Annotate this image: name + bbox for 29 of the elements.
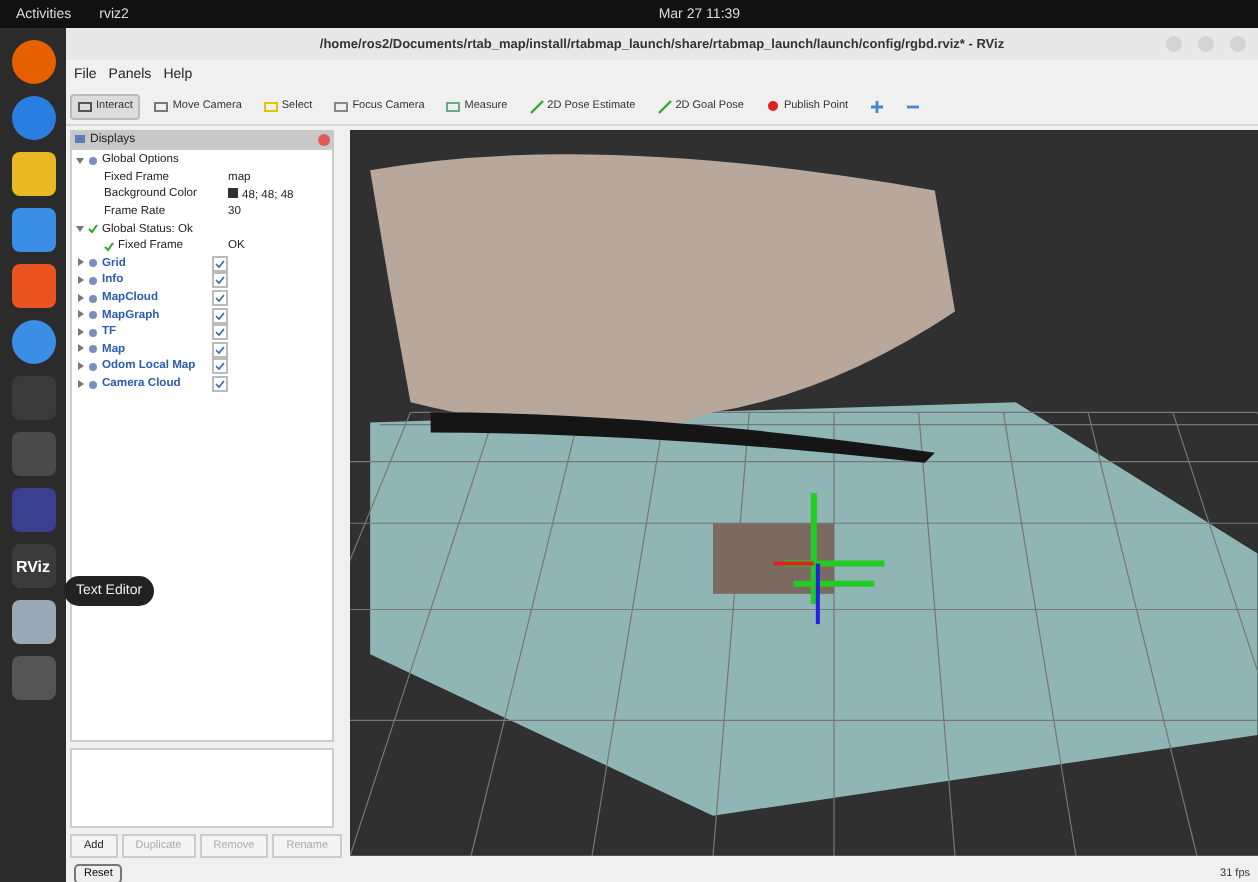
app-icon[interactable]	[11, 600, 55, 644]
checkbox[interactable]	[212, 341, 228, 358]
select-icon	[263, 99, 278, 113]
expand-arrow-icon[interactable]	[76, 258, 84, 269]
app-icon[interactable]	[11, 152, 55, 196]
checkbox[interactable]	[212, 272, 228, 289]
app-icon[interactable]	[11, 264, 55, 308]
expand-arrow-icon[interactable]	[76, 155, 84, 166]
checkbox[interactable]	[212, 358, 228, 375]
expand-arrow-icon[interactable]	[76, 224, 84, 235]
app-launcher[interactable]: RViz	[11, 544, 55, 588]
plus-icon	[870, 99, 885, 113]
expand-arrow-icon[interactable]	[76, 293, 84, 304]
checkbox[interactable]	[212, 255, 228, 272]
expand-arrow-icon[interactable]	[76, 379, 84, 390]
app-icon[interactable]	[11, 40, 55, 84]
display-icon	[88, 155, 98, 166]
expand-arrow-icon[interactable]	[76, 344, 84, 355]
checkbox[interactable]	[212, 307, 228, 324]
checkbox[interactable]	[212, 290, 228, 307]
expand-arrow-icon[interactable]	[76, 327, 84, 338]
app-icon[interactable]	[11, 320, 55, 364]
app-icon[interactable]	[11, 96, 55, 140]
app-icon[interactable]	[11, 208, 55, 252]
expand-arrow-icon[interactable]	[76, 275, 84, 286]
checkbox[interactable]	[212, 324, 228, 341]
expand-arrow-icon[interactable]	[76, 361, 84, 372]
expand-arrow-icon[interactable]	[76, 310, 84, 321]
checkbox[interactable]	[212, 376, 228, 393]
